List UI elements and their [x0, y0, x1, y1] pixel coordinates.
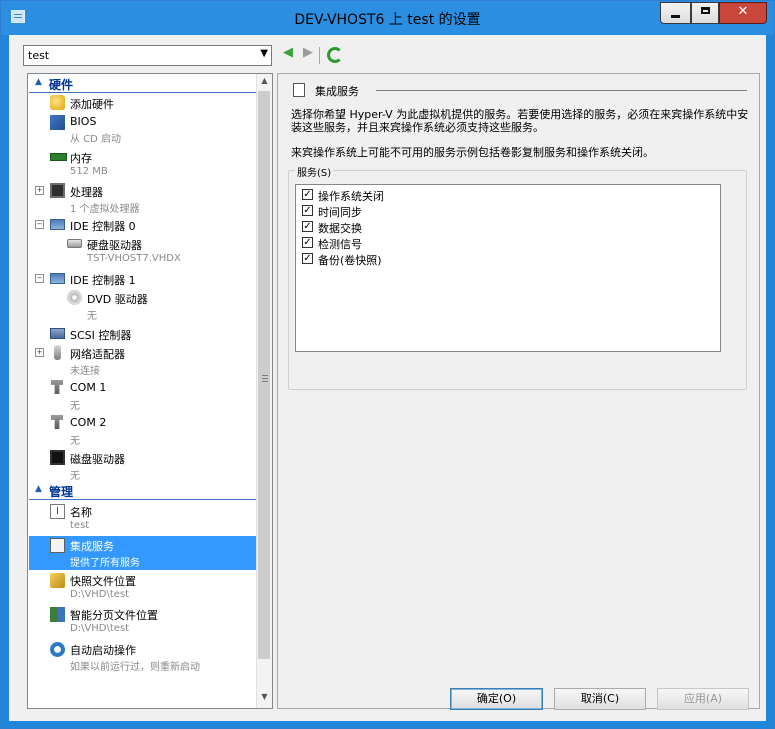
ide-controller-icon	[50, 273, 65, 284]
collapse-tree-icon[interactable]: −	[35, 274, 44, 283]
minimize-icon	[671, 15, 680, 18]
toolbar-divider	[319, 47, 320, 64]
memory-icon	[50, 153, 67, 161]
dvd-icon	[67, 290, 82, 305]
services-group-label: 服务(S)	[295, 164, 334, 179]
bios-icon	[50, 115, 65, 130]
collapse-icon: ▲	[35, 77, 42, 87]
tree-item-snapshot-location[interactable]: 快照文件位置 D:\VHD\test	[29, 571, 256, 605]
expand-icon[interactable]: +	[35, 186, 44, 195]
apply-button[interactable]: 应用(A)	[657, 688, 749, 710]
checkbox-checked-icon[interactable]: ✓	[302, 189, 313, 200]
services-list[interactable]: ✓ 操作系统关闭 ✓ 时间同步 ✓ 数据交换 ✓ 检测信号 ✓ 备份(卷快照)	[295, 184, 721, 352]
checkbox-checked-icon[interactable]: ✓	[302, 237, 313, 248]
chevron-down-icon: ▼	[260, 48, 268, 59]
checkbox-checked-icon[interactable]: ✓	[302, 221, 313, 232]
maximize-button[interactable]	[691, 2, 719, 24]
processor-icon	[50, 183, 65, 198]
grip-icon	[262, 375, 268, 382]
snapshot-location-icon	[50, 573, 65, 588]
tree-item-dvd-drive[interactable]: DVD 驱动器 无	[29, 289, 256, 323]
scrollbar-thumb[interactable]	[258, 91, 270, 659]
panel-note: 来宾操作系统上可能不可用的服务示例包括卷影复制服务和操作系统关闭。	[291, 146, 654, 159]
vm-selector-value: test	[28, 49, 50, 62]
services-group: 服务(S) ✓ 操作系统关闭 ✓ 时间同步 ✓ 数据交换 ✓ 检测信号 ✓ 备份…	[288, 164, 747, 390]
section-management[interactable]: ▲ 管理	[29, 482, 256, 500]
forward-arrow-icon[interactable]: ▶	[303, 45, 313, 65]
hard-drive-icon	[67, 239, 82, 248]
panel-title: 集成服务	[315, 85, 359, 98]
details-panel: 集成服务 选择你希望 Hyper-V 为此虚拟机提供的服务。若要使用选择的服务，…	[277, 73, 760, 709]
tree-item-integration-services[interactable]: 集成服务 提供了所有服务	[29, 536, 256, 570]
checkbox-checked-icon[interactable]: ✓	[302, 205, 313, 216]
title-bar[interactable]: DEV-VHOST6 上 test 的设置 ✕	[1, 1, 774, 35]
tree-item-floppy-drive[interactable]: 磁盘驱动器 无	[29, 448, 256, 482]
integration-services-icon	[50, 538, 65, 553]
collapse-tree-icon[interactable]: −	[35, 220, 44, 229]
tree-item-memory[interactable]: 内存 512 MB	[29, 148, 256, 182]
panel-divider	[376, 90, 747, 91]
com-port-icon	[51, 380, 63, 394]
settings-tree[interactable]: ▲ 硬件 添加硬件 BIOS 从 CD 启动 内存 512 MB + 处理器 1…	[27, 73, 273, 709]
network-adapter-icon	[54, 345, 61, 360]
floppy-icon	[50, 450, 65, 465]
scroll-down-icon[interactable]: ▼	[258, 692, 271, 706]
settings-window: DEV-VHOST6 上 test 的设置 ✕ test ▼ ◀ ▶ ▲ 硬件 …	[0, 0, 775, 729]
tree-item-add-hardware[interactable]: 添加硬件	[29, 94, 256, 112]
tree-item-bios[interactable]: BIOS 从 CD 启动	[29, 113, 256, 147]
section-hardware[interactable]: ▲ 硬件	[29, 75, 256, 93]
scsi-controller-icon	[50, 328, 65, 339]
close-button[interactable]: ✕	[719, 2, 767, 24]
tree-item-smart-paging-location[interactable]: 智能分页文件位置 D:\VHD\test	[29, 605, 256, 639]
add-hardware-icon	[50, 95, 65, 110]
tree-item-ide-controller-1[interactable]: − IDE 控制器 1	[29, 270, 256, 288]
checkbox-checked-icon[interactable]: ✓	[302, 253, 313, 264]
tree-item-auto-start-action[interactable]: 自动启动操作 如果以前运行过，则重新启动	[29, 640, 256, 674]
integration-services-icon	[293, 83, 305, 97]
cancel-button[interactable]: 取消(C)	[554, 688, 646, 710]
smart-paging-icon	[50, 607, 65, 622]
auto-start-icon	[50, 642, 65, 657]
expand-icon[interactable]: +	[35, 348, 44, 357]
maximize-icon	[700, 7, 710, 14]
name-icon: I	[50, 504, 65, 519]
vm-selector[interactable]: test ▼	[23, 45, 272, 66]
dialog-client: test ▼ ◀ ▶ ▲ 硬件 添加硬件 BIOS 从 CD 启动 内存 512…	[9, 35, 766, 721]
collapse-icon: ▲	[35, 484, 42, 494]
com-port-icon	[51, 415, 63, 429]
refresh-icon[interactable]	[327, 47, 343, 63]
ide-controller-icon	[50, 219, 65, 230]
tree-item-hard-drive[interactable]: 硬盘驱动器 TST-VHOST7.VHDX	[29, 235, 256, 269]
minimize-button[interactable]	[660, 2, 691, 24]
tree-item-scsi-controller[interactable]: SCSI 控制器	[29, 325, 256, 343]
ok-button[interactable]: 确定(O)	[450, 688, 543, 710]
panel-description: 选择你希望 Hyper-V 为此虚拟机提供的服务。若要使用选择的服务，必须在来宾…	[291, 108, 749, 134]
tree-scrollbar[interactable]: ▲ ▼	[256, 74, 272, 708]
tree-item-com1[interactable]: COM 1 无	[29, 378, 256, 412]
scroll-up-icon[interactable]: ▲	[258, 76, 271, 90]
tree-item-ide-controller-0[interactable]: − IDE 控制器 0	[29, 216, 256, 234]
tree-item-com2[interactable]: COM 2 无	[29, 413, 256, 447]
tree-item-name[interactable]: I 名称 test	[29, 502, 256, 536]
back-arrow-icon[interactable]: ◀	[283, 45, 293, 65]
tree-item-processor[interactable]: + 处理器 1 个虚拟处理器	[29, 182, 256, 216]
close-icon: ✕	[737, 4, 749, 19]
window-title: DEV-VHOST6 上 test 的设置	[294, 12, 481, 28]
tree-item-network-adapter[interactable]: + 网络适配器 未连接	[29, 344, 256, 378]
